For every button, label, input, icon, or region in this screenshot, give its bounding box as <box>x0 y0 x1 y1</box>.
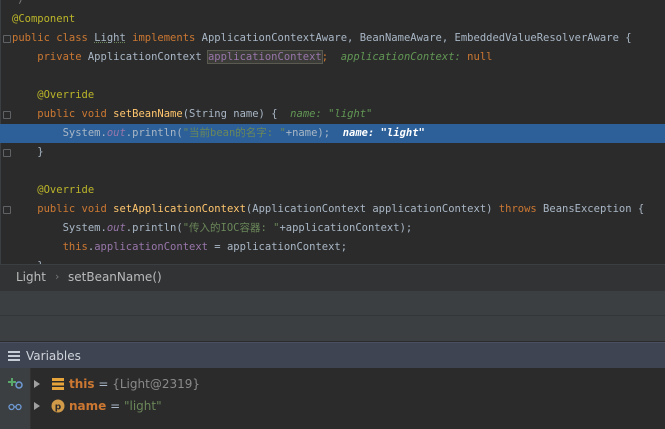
breadcrumb-separator: › <box>55 270 60 283</box>
code-token: public void <box>12 108 114 120</box>
code-token: } <box>12 146 44 158</box>
expand-arrow-icon[interactable] <box>34 380 40 388</box>
breadcrumb-method[interactable]: setBeanName() <box>68 270 162 284</box>
code-token: ApplicationContext <box>87 51 208 63</box>
code-token: "传入的IOC容器: " <box>182 222 280 234</box>
code-token: .println( <box>125 127 183 139</box>
parameter-p-icon: p <box>51 399 65 413</box>
code-token: name: "light" <box>277 108 373 120</box>
variable-name: this <box>69 377 95 391</box>
code-line[interactable]: public void setBeanName(String name) { n… <box>0 105 665 124</box>
code-line[interactable]: System.out.println("传入的IOC容器: "+applicat… <box>0 219 665 238</box>
code-token: public class <box>12 32 95 44</box>
variable-row-name[interactable]: p name = "light" <box>30 395 665 417</box>
code-token: "当前bean的名字: " <box>182 127 286 139</box>
code-token: applicationContext <box>206 50 323 64</box>
code-token: name: <box>330 127 381 139</box>
code-token: ApplicationContextAware, BeanNameAware, … <box>195 32 632 44</box>
code-text: @Override <box>12 181 94 200</box>
code-text: @Override <box>12 86 94 105</box>
code-token: @Override <box>12 89 95 101</box>
expand-arrow-icon[interactable] <box>34 402 40 410</box>
code-token: private <box>12 51 88 63</box>
variable-value: "light" <box>123 399 162 413</box>
variables-title: Variables <box>26 349 81 363</box>
breadcrumb: Light › setBeanName() <box>0 264 665 291</box>
code-text: @Component <box>12 10 75 29</box>
code-token: setApplicationContext <box>113 203 246 215</box>
code-token: System. <box>12 127 107 139</box>
fold-marker-icon[interactable] <box>3 35 11 43</box>
code-token: applicationContext: <box>328 51 468 63</box>
code-token: (String name) { <box>182 108 278 120</box>
code-line[interactable] <box>0 162 665 181</box>
variable-row-this[interactable]: this = {Light@2319} <box>30 373 665 395</box>
code-line[interactable]: private ApplicationContext applicationCo… <box>0 48 665 67</box>
code-text: this.applicationContext = applicationCon… <box>12 238 348 257</box>
variables-toolbar <box>0 368 31 429</box>
code-token: out <box>106 127 126 139</box>
code-token: BeansException { <box>536 203 645 215</box>
fold-marker-icon[interactable] <box>3 149 11 157</box>
code-token: System. <box>12 222 107 234</box>
code-text: System.out.println("传入的IOC容器: "+applicat… <box>12 219 413 238</box>
code-token: public void <box>12 203 114 215</box>
code-line[interactable]: @Override <box>0 181 665 200</box>
fold-marker-icon[interactable] <box>3 206 11 214</box>
add-watch-icon[interactable] <box>7 376 23 390</box>
code-text: } <box>12 257 43 264</box>
code-token: throws <box>498 203 537 215</box>
code-token: +name); <box>285 127 331 139</box>
code-text: private ApplicationContext applicationCo… <box>12 48 492 67</box>
code-token: this <box>12 241 88 253</box>
code-text: public void setBeanName(String name) { n… <box>12 105 372 124</box>
watch-glasses-icon[interactable] <box>8 401 22 411</box>
code-line[interactable]: } <box>0 143 665 162</box>
code-text: public class Light implements Applicatio… <box>12 29 632 48</box>
code-text: */ <box>12 0 25 10</box>
code-token: +applicationContext); <box>279 222 413 234</box>
divider <box>0 315 665 316</box>
code-line[interactable]: public void setApplicationContext(Applic… <box>0 200 665 219</box>
variable-name: name <box>69 399 107 413</box>
code-token: null <box>467 51 493 63</box>
code-token: .println( <box>125 222 183 234</box>
code-token: */ <box>12 0 25 6</box>
code-text: } <box>12 143 44 162</box>
code-line[interactable] <box>0 67 665 86</box>
code-token: @Override <box>12 184 95 196</box>
code-token: (ApplicationContext applicationContext) <box>245 203 499 215</box>
variable-equals: = <box>106 399 124 413</box>
code-line[interactable]: @Component <box>0 10 665 29</box>
code-token: applicationContext <box>94 241 208 253</box>
code-token: out <box>106 222 126 234</box>
debug-frames-area <box>0 291 665 341</box>
variables-panel: this = {Light@2319} p name = "light" <box>0 368 665 429</box>
code-editor[interactable]: */ @Component public class Light implement… <box>0 0 665 264</box>
code-line[interactable]: this.applicationContext = applicationCon… <box>0 238 665 257</box>
object-fields-icon <box>52 378 64 390</box>
code-line[interactable]: public class Light implements Applicatio… <box>0 29 665 48</box>
variables-icon <box>8 351 20 361</box>
code-token: Light <box>94 32 126 44</box>
code-line[interactable]: */ <box>0 0 665 10</box>
variable-equals: = <box>94 377 113 391</box>
fold-marker-icon[interactable] <box>3 111 11 119</box>
variable-value: {Light@2319} <box>112 377 200 391</box>
code-line-current[interactable]: System.out.println("当前bean的名字: "+name); … <box>0 124 665 143</box>
breadcrumb-class[interactable]: Light <box>16 270 46 284</box>
code-token: setBeanName <box>113 108 183 120</box>
code-line[interactable]: } <box>0 257 665 264</box>
code-token: implements <box>132 32 196 44</box>
code-token: = applicationContext; <box>207 241 348 253</box>
code-line[interactable]: @Override <box>0 86 665 105</box>
variables-header[interactable]: Variables <box>0 342 665 369</box>
code-text: System.out.println("当前bean的名字: "+name); … <box>12 124 425 143</box>
code-token: "light" <box>380 127 425 139</box>
code-token: @Component <box>12 13 76 25</box>
code-text: public void setApplicationContext(Applic… <box>12 200 644 219</box>
svg-text:p: p <box>55 403 62 413</box>
